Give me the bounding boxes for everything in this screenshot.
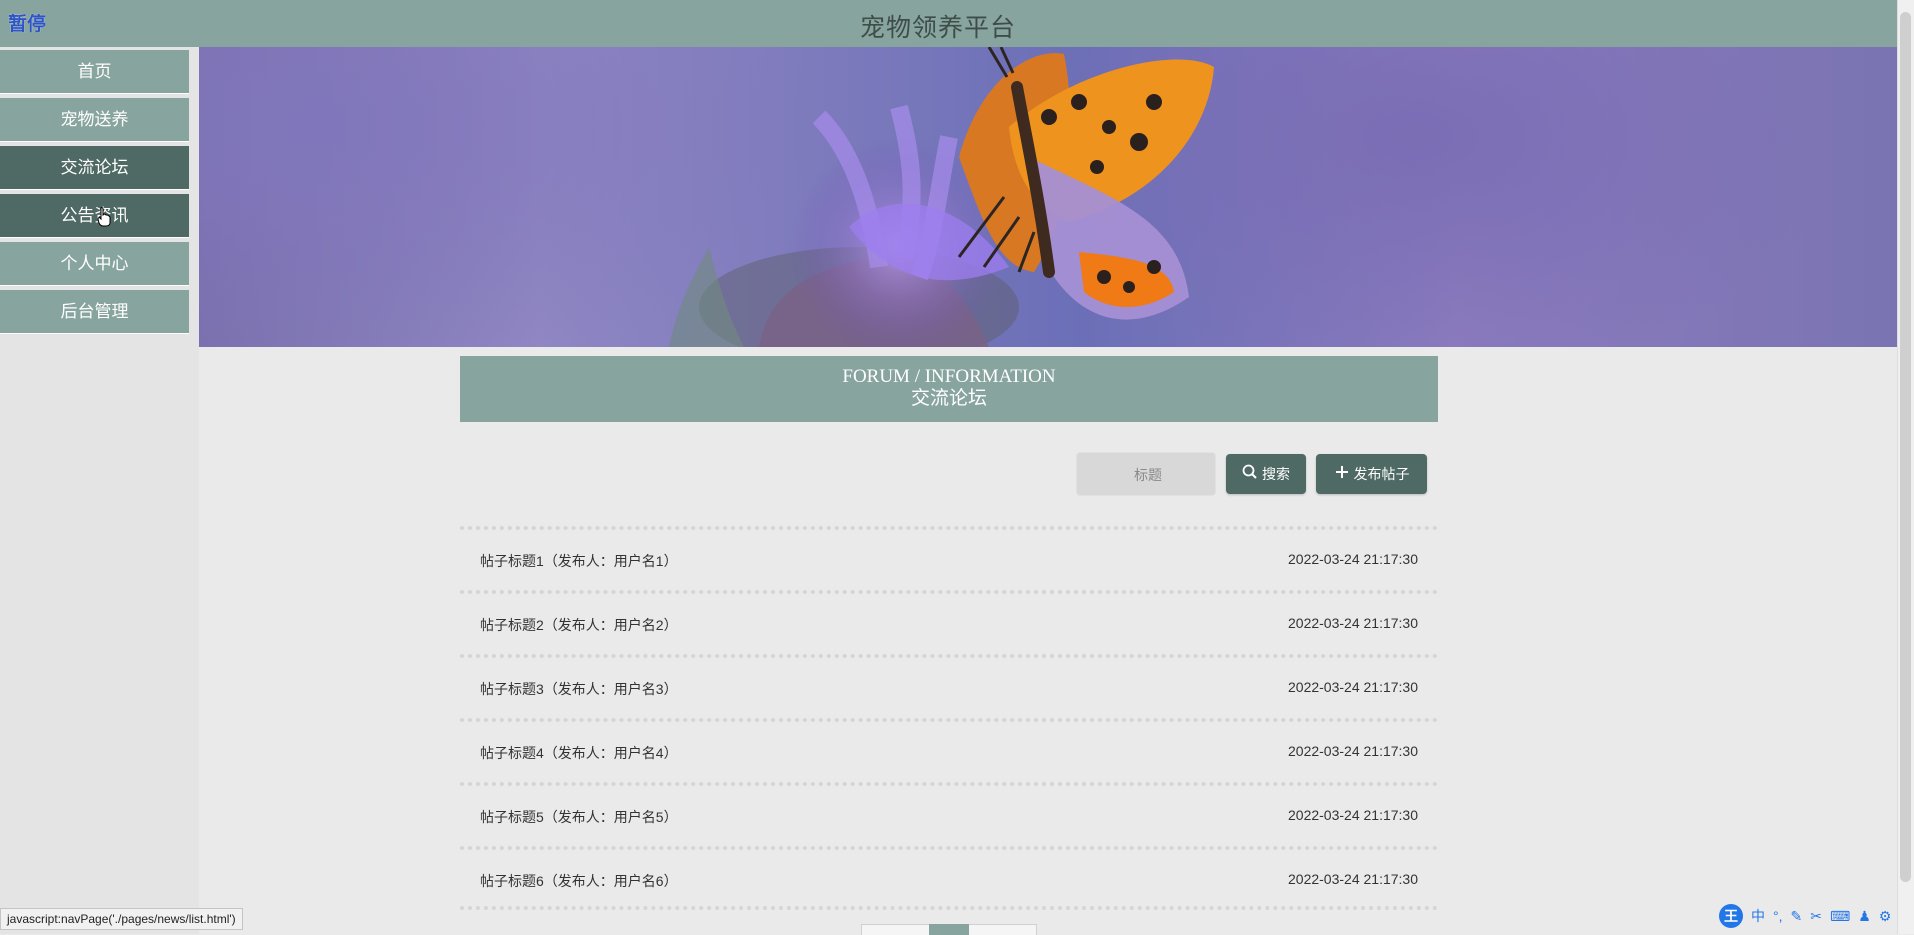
current-page-indicator[interactable]	[929, 924, 969, 935]
ime-keyboard-icon[interactable]: ⌨	[1830, 908, 1850, 925]
butterfly-banner-icon	[669, 47, 1214, 347]
ime-settings-icon[interactable]: ⚙	[1879, 908, 1892, 925]
ime-mode[interactable]: 中	[1751, 906, 1765, 926]
post-time: 2022-03-24 21:17:30	[1288, 807, 1418, 823]
search-button-label: 搜索	[1262, 466, 1290, 482]
sidebar-item-admin[interactable]: 后台管理	[0, 290, 189, 333]
list-item[interactable]: 帖子标题1（发布人：用户名1） 2022-03-24 21:17:30	[460, 526, 1438, 590]
post-title[interactable]: 帖子标题1（发布人：用户名1）	[480, 551, 678, 571]
post-title[interactable]: 帖子标题6（发布人：用户名6）	[480, 871, 678, 891]
ime-shirt-icon[interactable]: ♟	[1858, 908, 1871, 925]
top-bar: 暂停 宠物领养平台	[0, 0, 1897, 48]
post-title[interactable]: 帖子标题4（发布人：用户名4）	[480, 743, 678, 763]
list-item[interactable]: 帖子标题2（发布人：用户名2） 2022-03-24 21:17:30	[460, 590, 1438, 654]
list-item[interactable]: 帖子标题3（发布人：用户名3） 2022-03-24 21:17:30	[460, 654, 1438, 718]
search-box[interactable]	[1076, 452, 1219, 497]
new-post-button-label: 发布帖子	[1353, 466, 1410, 482]
post-time: 2022-03-24 21:17:30	[1288, 551, 1418, 567]
search-icon	[1242, 455, 1258, 495]
forum-header: FORUM / INFORMATION 交流论坛	[460, 356, 1438, 422]
ime-punctuation-icon[interactable]: °,	[1773, 908, 1783, 924]
post-time: 2022-03-24 21:17:30	[1288, 743, 1418, 759]
search-button[interactable]: 搜索	[1226, 454, 1306, 494]
post-time: 2022-03-24 21:17:30	[1288, 615, 1418, 631]
vertical-scrollbar[interactable]	[1897, 0, 1914, 934]
post-time: 2022-03-24 21:17:30	[1288, 871, 1418, 887]
ime-logo-icon[interactable]: 王	[1719, 904, 1743, 928]
site-title: 宠物领养平台	[859, 14, 1016, 42]
post-title[interactable]: 帖子标题3（发布人：用户名3）	[480, 679, 678, 699]
hero-banner	[199, 47, 1897, 347]
forum-post-list: 帖子标题1（发布人：用户名1） 2022-03-24 21:17:30 帖子标题…	[460, 526, 1438, 910]
scroll-thumb[interactable]	[1900, 12, 1911, 882]
post-title[interactable]: 帖子标题2（发布人：用户名2）	[480, 615, 678, 635]
sidebar-item-pet-rehome[interactable]: 宠物送养	[0, 98, 189, 141]
pagination[interactable]	[861, 924, 1037, 935]
hand-cursor-icon	[97, 207, 111, 227]
list-item[interactable]: 帖子标题5（发布人：用户名5） 2022-03-24 21:17:30	[460, 782, 1438, 846]
sidebar-item-profile[interactable]: 个人中心	[0, 242, 189, 285]
post-title[interactable]: 帖子标题5（发布人：用户名5）	[480, 807, 678, 827]
plus-icon	[1334, 455, 1350, 495]
new-post-button[interactable]: 发布帖子	[1316, 454, 1427, 494]
ime-scissors-icon[interactable]: ✂	[1810, 908, 1822, 925]
ime-pen-icon[interactable]: ✎	[1791, 908, 1803, 925]
forum-title-cn: 交流论坛	[910, 388, 987, 409]
sidebar: 首页 宠物送养 交流论坛 公告资讯 个人中心 后台管理	[0, 47, 199, 934]
status-url: javascript:navPage('./pages/news/list.ht…	[0, 908, 243, 930]
sidebar-item-forum[interactable]: 交流论坛	[0, 146, 189, 189]
sidebar-item-home[interactable]: 首页	[0, 50, 189, 93]
forum-title-en: FORUM / INFORMATION	[842, 366, 1056, 387]
sidebar-item-announcements[interactable]: 公告资讯	[0, 194, 189, 237]
title-search-input[interactable]	[1077, 453, 1219, 497]
list-item[interactable]: 帖子标题4（发布人：用户名4） 2022-03-24 21:17:30	[460, 718, 1438, 782]
ime-toolbar[interactable]: 王 中 °, ✎ ✂ ⌨ ♟ ⚙	[1719, 903, 1899, 929]
post-time: 2022-03-24 21:17:30	[1288, 679, 1418, 695]
list-item[interactable]: 帖子标题6（发布人：用户名6） 2022-03-24 21:17:30	[460, 846, 1438, 910]
